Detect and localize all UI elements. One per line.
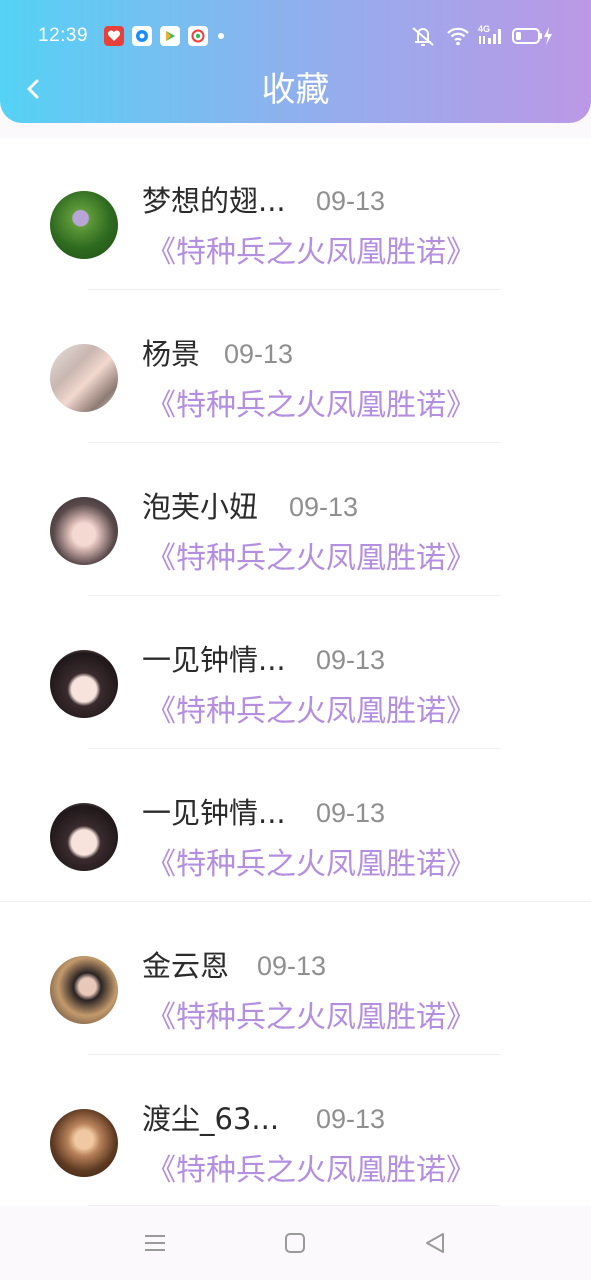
avatar[interactable]	[50, 191, 118, 259]
menu-icon	[145, 1235, 165, 1251]
favorite-date: 09-13	[316, 798, 386, 828]
avatar[interactable]	[50, 344, 118, 412]
app-header: 12:39 4G 收藏	[0, 0, 591, 123]
user-name: 杨景	[142, 337, 201, 371]
favorite-date: 09-13	[316, 1104, 386, 1134]
avatar[interactable]	[50, 497, 118, 565]
book-title-link[interactable]: 《特种兵之火凤凰胜诺》	[146, 847, 476, 883]
avatar[interactable]	[50, 650, 118, 718]
user-name: 渡尘_63...	[142, 1102, 280, 1136]
book-title-link[interactable]: 《特种兵之火凤凰胜诺》	[146, 1000, 476, 1036]
home-square-icon	[285, 1233, 305, 1253]
divider	[88, 595, 500, 596]
app-heart-icon	[104, 26, 124, 46]
back-nav-button[interactable]	[420, 1228, 450, 1258]
favorites-list: 梦想的翅... 09-13 《特种兵之火凤凰胜诺》 杨景 09-13 《特种兵之…	[0, 138, 591, 1206]
favorite-date: 09-13	[224, 339, 294, 369]
user-name: 梦想的翅...	[142, 184, 286, 218]
divider	[0, 901, 591, 902]
list-item[interactable]: 金云恩 09-13 《特种兵之火凤凰胜诺》	[0, 937, 591, 1090]
status-time: 12:39	[38, 25, 89, 46]
favorite-date: 09-13	[316, 645, 386, 675]
list-item[interactable]: 泡芙小妞 09-13 《特种兵之火凤凰胜诺》	[0, 478, 591, 631]
user-name: 一见钟情...	[142, 643, 286, 677]
back-triangle-icon	[426, 1233, 444, 1253]
app-blue-circle-icon	[132, 26, 152, 46]
menu-button[interactable]	[140, 1228, 170, 1258]
divider	[88, 748, 500, 749]
book-title-link[interactable]: 《特种兵之火凤凰胜诺》	[146, 694, 476, 730]
list-item[interactable]: 一见钟情... 09-13 《特种兵之火凤凰胜诺》	[0, 784, 591, 937]
book-title-link[interactable]: 《特种兵之火凤凰胜诺》	[146, 388, 476, 424]
mute-icon	[410, 24, 436, 48]
user-name: 一见钟情...	[142, 796, 286, 830]
avatar[interactable]	[50, 956, 118, 1024]
system-nav-bar	[0, 1206, 591, 1280]
divider	[88, 289, 500, 290]
favorite-date: 09-13	[289, 492, 359, 522]
app-camera-icon	[188, 26, 208, 46]
avatar[interactable]	[50, 803, 118, 871]
book-title-link[interactable]: 《特种兵之火凤凰胜诺》	[146, 235, 476, 271]
list-item[interactable]: 一见钟情... 09-13 《特种兵之火凤凰胜诺》	[0, 631, 591, 784]
signal-icon: 4G	[478, 24, 504, 48]
book-title-link[interactable]: 《特种兵之火凤凰胜诺》	[146, 541, 476, 577]
book-title-link[interactable]: 《特种兵之火凤凰胜诺》	[146, 1153, 476, 1189]
list-item[interactable]: 梦想的翅... 09-13 《特种兵之火凤凰胜诺》	[0, 172, 591, 325]
favorite-date: 09-13	[316, 186, 386, 216]
battery-icon	[512, 24, 554, 48]
user-name: 泡芙小妞	[142, 490, 259, 524]
favorite-date: 09-13	[257, 951, 327, 981]
status-bar: 12:39 4G	[0, 0, 591, 72]
user-name: 金云恩	[142, 949, 230, 983]
home-button[interactable]	[280, 1228, 310, 1258]
page-title: 收藏	[261, 70, 330, 110]
wifi-icon	[446, 24, 470, 48]
notification-dot	[218, 33, 224, 39]
app-play-icon	[160, 26, 180, 46]
divider	[88, 442, 500, 443]
divider	[88, 1054, 500, 1055]
avatar[interactable]	[50, 1109, 118, 1177]
list-item[interactable]: 杨景 09-13 《特种兵之火凤凰胜诺》	[0, 325, 591, 478]
